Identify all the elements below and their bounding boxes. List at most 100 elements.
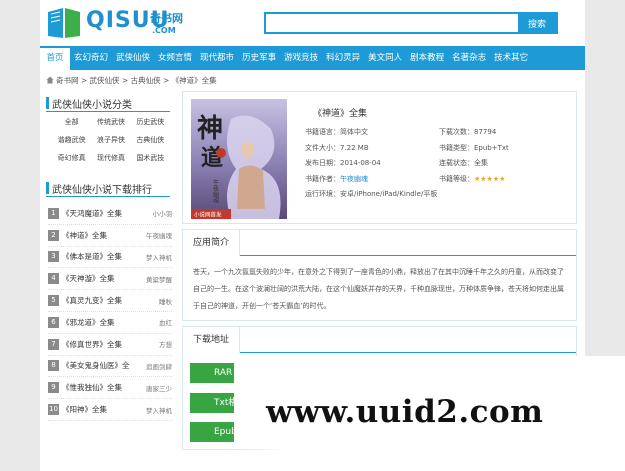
nav-item[interactable]: 武侠仙侠 <box>112 46 154 70</box>
site-logo[interactable]: QISUU 奇书网 .COM <box>46 4 196 42</box>
rank-author: 追画剑肆 <box>146 362 172 371</box>
intro-section: 应用简介 苍天，一个九次氤氲失败的少年，在意外之下得到了一座青色的小鼎，释放出了… <box>182 229 577 321</box>
book-size: 文件大小：7.22 MB <box>305 144 369 152</box>
nav-item[interactable]: 科幻灵异 <box>322 46 364 70</box>
category-link[interactable]: 现代修真 <box>91 152 130 165</box>
ranking-item[interactable]: 2 《神道》全集 午夜幽魂 <box>48 225 172 247</box>
intro-header: 应用简介 <box>183 230 576 256</box>
rank-number: 7 <box>48 338 59 350</box>
book-language: 书籍语言：简体中文 <box>305 128 368 136</box>
download-txt-button[interactable]: Txt格式 <box>190 393 234 413</box>
book-author-row: 书籍作者：午夜幽魂 <box>305 174 368 184</box>
rating-label: 书籍等级： <box>439 175 474 183</box>
book-status: 连载状态：全集 <box>439 159 488 167</box>
rank-title[interactable]: 《惟我独仙》全集 <box>62 382 148 393</box>
intro-text: 苍天，一个九次氤氲失败的少年，在意外之下得到了一座青色的小鼎，释放出了在其中沉睡… <box>193 268 564 310</box>
category-link[interactable]: 历史武侠 <box>131 116 170 129</box>
search-button[interactable]: 搜索 <box>518 14 556 32</box>
book-rating-row: 书籍等级：★★★★★ <box>439 174 505 184</box>
home-icon <box>46 76 54 84</box>
search-input[interactable] <box>266 14 520 32</box>
download-epub-button[interactable]: Epub格式 <box>190 422 234 442</box>
book-env: 运行环境：安卓/iPhone/iPad/Kindle/平板 <box>305 190 438 198</box>
book-title: 《神道》全集 <box>313 109 368 119</box>
rank-title[interactable]: 《佛本是道》全集 <box>62 251 148 262</box>
brand-com: .COM <box>152 26 176 35</box>
download-header: 下载地址 <box>183 327 576 353</box>
search-bar: 搜索 <box>264 12 558 34</box>
rank-author: 梦入神机 <box>146 253 172 262</box>
rank-author: 小小羽 <box>152 210 173 219</box>
rank-title[interactable]: 《真灵九变》全集 <box>62 295 148 306</box>
main-nav: 首页 玄幻奇幻 武侠仙侠 女频言情 现代都市 历史军事 游戏竞技 科幻灵异 美文… <box>40 46 585 70</box>
ranking-item[interactable]: 9 《惟我独仙》全集 唐家三少 <box>48 377 172 400</box>
nav-item[interactable]: 现代都市 <box>196 46 238 70</box>
ranking-item[interactable]: 5 《真灵九变》全集 睡秋 <box>48 290 172 312</box>
category-link[interactable]: 国术武技 <box>131 152 170 165</box>
category-link[interactable]: 浪子异侠 <box>91 134 130 147</box>
rank-title[interactable]: 《修真世界》全集 <box>62 339 148 350</box>
rank-author: 血红 <box>159 319 172 328</box>
category-link[interactable]: 谐趣武侠 <box>52 134 91 147</box>
author-link[interactable]: 午夜幽魂 <box>340 175 368 183</box>
rank-author: 方想 <box>159 341 172 350</box>
breadcrumb-text[interactable]: 奇书网 > 武侠仙侠 > 古典仙侠 > 《神道》全集 <box>56 76 217 85</box>
ranking-item[interactable]: 4 《天神漩》全集 黄粱梦醒 <box>48 268 172 291</box>
ranking-item[interactable]: 7 《修真世界》全集 方想 <box>48 334 172 356</box>
rank-author: 睡秋 <box>159 297 172 306</box>
category-grid: 全部 传统武侠 历史武侠 谐趣武侠 浪子异侠 古典仙侠 奇幻修真 现代修真 国术… <box>52 116 170 165</box>
book-logo-icon <box>48 8 80 38</box>
rank-author: 唐家三少 <box>146 384 172 393</box>
ranking-item[interactable]: 8 《美女鬼身仙医》全 追画剑肆 <box>48 356 172 378</box>
category-link[interactable]: 古典仙侠 <box>131 134 170 147</box>
rank-title[interactable]: 《神道》全集 <box>62 230 148 241</box>
rank-number: 5 <box>48 295 59 307</box>
ranking-item[interactable]: 10 《阳神》全集 梦入神机 <box>48 399 172 421</box>
download-heading: 下载地址 <box>183 327 241 353</box>
book-detail: 神 道 午夜幽魂 小说网首发 《神道》全集 书籍语言：简体中文 下载次数：877… <box>182 91 577 224</box>
rank-title[interactable]: 《邪龙道》全集 <box>62 317 148 328</box>
nav-home[interactable]: 首页 <box>40 46 70 70</box>
rank-title[interactable]: 《天神漩》全集 <box>62 273 148 284</box>
nav-item[interactable]: 游戏竞技 <box>280 46 322 70</box>
download-rar-button[interactable]: RAR <box>190 363 234 383</box>
rank-number: 3 <box>48 251 59 263</box>
rank-number: 1 <box>48 207 59 219</box>
category-link[interactable]: 全部 <box>52 116 91 129</box>
rank-title[interactable]: 《美女鬼身仙医》全 <box>62 360 148 371</box>
rank-author: 梦入神机 <box>146 406 172 415</box>
category-link[interactable]: 奇幻修真 <box>52 152 91 165</box>
watermark-text: www.uuid2.com <box>266 394 544 430</box>
intro-heading: 应用简介 <box>183 230 241 256</box>
rank-author: 黄粱梦醒 <box>146 275 172 284</box>
nav-item[interactable]: 历史军事 <box>238 46 280 70</box>
rank-number: 9 <box>48 382 59 394</box>
book-downloads: 下载次数：87794 <box>439 128 497 136</box>
author-label: 书籍作者： <box>305 175 340 183</box>
nav-item[interactable]: 剧本教程 <box>406 46 448 70</box>
nav-item[interactable]: 技术其它 <box>490 46 532 70</box>
ranking-list: 1 《天鸿魔道》全集 小小羽 2 《神道》全集 午夜幽魂 3 《佛本是道》全集 梦入神机 4… <box>48 203 172 421</box>
ranking-item[interactable]: 3 《佛本是道》全集 梦入神机 <box>48 247 172 269</box>
rank-author: 午夜幽魂 <box>146 232 172 241</box>
rating-stars: ★★★★★ <box>474 175 506 183</box>
nav-item[interactable]: 玄幻奇幻 <box>70 46 112 70</box>
nav-item[interactable]: 女频言情 <box>154 46 196 70</box>
breadcrumb: 奇书网 > 武侠仙侠 > 古典仙侠 > 《神道》全集 <box>46 75 217 86</box>
nav-item[interactable]: 名著杂志 <box>448 46 490 70</box>
book-type: 书籍类型：Epub+Txt <box>439 144 509 152</box>
rank-title[interactable]: 《阳神》全集 <box>62 404 148 415</box>
book-cover-image[interactable]: 神 道 午夜幽魂 小说网首发 <box>191 99 287 219</box>
nav-item[interactable]: 美文同人 <box>364 46 406 70</box>
ranking-item[interactable]: 1 《天鸿魔道》全集 小小羽 <box>48 203 172 225</box>
cover-title: 神 <box>197 114 223 144</box>
rank-number: 8 <box>48 360 59 372</box>
brand-cn: 奇书网 <box>150 12 183 25</box>
rank-number: 4 <box>48 273 59 285</box>
rank-number: 2 <box>48 229 59 241</box>
svg-text:小说网首发: 小说网首发 <box>194 211 222 219</box>
ranking-title: 武侠仙侠小说下载排行 <box>46 181 170 197</box>
ranking-item[interactable]: 6 《邪龙道》全集 血红 <box>48 312 172 334</box>
category-link[interactable]: 传统武侠 <box>91 116 130 129</box>
rank-title[interactable]: 《天鸿魔道》全集 <box>62 208 148 219</box>
